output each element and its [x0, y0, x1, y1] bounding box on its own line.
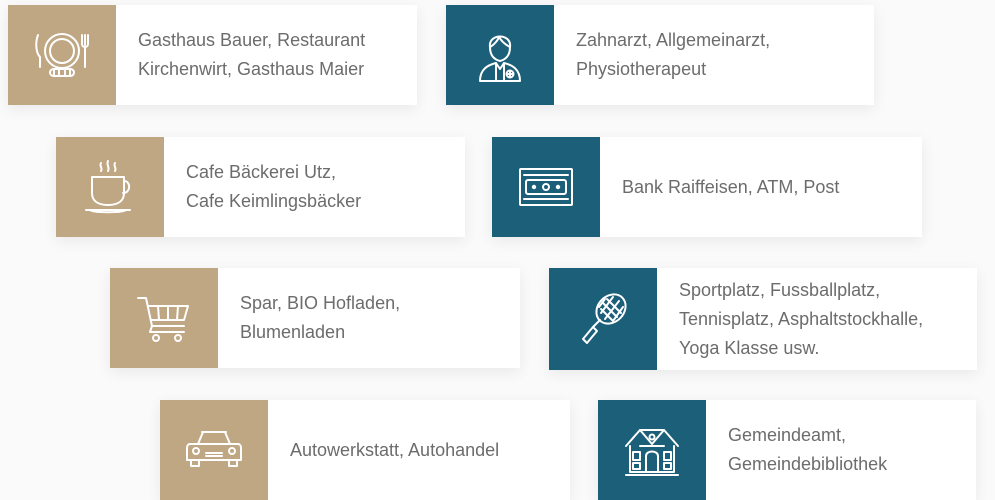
card-text: Bank Raiffeisen, ATM, Post — [600, 173, 851, 202]
card-text: Cafe Bäckerei Utz, Cafe Keimlingsbäcker — [164, 158, 373, 216]
card-line: Gemeindebibliothek — [728, 454, 888, 474]
card-sports: Sportplatz, Fussballplatz, Tennisplatz, … — [549, 268, 977, 370]
icon-tile — [56, 137, 164, 237]
plate-cutlery-icon — [35, 33, 89, 77]
card-line: Gemeindeamt, — [728, 425, 847, 445]
tennis-racket-icon — [582, 293, 627, 344]
card-cafe: Cafe Bäckerei Utz, Cafe Keimlingsbäcker — [56, 137, 465, 237]
card-line: Tennisplatz, Asphaltstockhalle, — [679, 308, 924, 329]
icon-tile — [8, 5, 116, 105]
icon-tile — [549, 268, 657, 370]
card-line: Spar, BIO Hofladen, — [240, 293, 401, 313]
card-line: Autowerkstatt, Autohandel — [290, 439, 500, 460]
card-line: Sportplatz, Fussballplatz, — [679, 279, 881, 300]
card-line: Zahnarzt, Allgemeinarzt, — [576, 30, 771, 50]
card-text: Gasthaus Bauer, Restaurant Kirchenwirt, … — [116, 26, 377, 84]
card-line: Cafe Bäckerei Utz, — [186, 162, 337, 182]
card-line: Kirchenwirt, Gasthaus Maier — [138, 59, 365, 79]
icon-tile — [160, 400, 268, 500]
town-hall-icon — [625, 429, 679, 476]
icon-tile — [446, 5, 554, 105]
card-gastronomy: Gasthaus Bauer, Restaurant Kirchenwirt, … — [8, 5, 417, 105]
card-line: Gasthaus Bauer, Restaurant — [138, 30, 366, 50]
card-medical: Zahnarzt, Allgemeinarzt, Physiotherapeut — [446, 5, 874, 105]
shopping-cart-icon — [137, 297, 189, 342]
card-text: Gemeindeamt, Gemeindebibliothek — [706, 421, 899, 479]
card-bank: Bank Raiffeisen, ATM, Post — [492, 137, 922, 237]
icon-tile — [598, 400, 706, 500]
card-shopping: Spar, BIO Hofladen, Blumenladen — [110, 268, 520, 368]
card-text: Spar, BIO Hofladen, Blumenladen — [218, 289, 412, 347]
card-line: Yoga Klasse usw. — [679, 337, 820, 358]
card-line: Cafe Keimlingsbäcker — [186, 191, 362, 211]
card-text: Zahnarzt, Allgemeinarzt, Physiotherapeut — [554, 26, 782, 84]
car-icon — [186, 431, 242, 467]
card-line: Blumenladen — [240, 322, 346, 342]
card-line: Bank Raiffeisen, ATM, Post — [622, 176, 840, 197]
doctor-icon — [479, 35, 521, 82]
coffee-cup-icon — [85, 160, 131, 214]
card-text: Sportplatz, Fussballplatz, Tennisplatz, … — [657, 276, 935, 363]
card-municipal: Gemeindeamt, Gemeindebibliothek — [598, 400, 976, 500]
icon-tile — [492, 137, 600, 237]
card-automotive: Autowerkstatt, Autohandel — [160, 400, 570, 500]
card-text: Autowerkstatt, Autohandel — [268, 436, 511, 465]
card-line: Physiotherapeut — [576, 59, 707, 79]
icon-tile — [110, 268, 218, 368]
banknote-icon — [519, 168, 573, 206]
